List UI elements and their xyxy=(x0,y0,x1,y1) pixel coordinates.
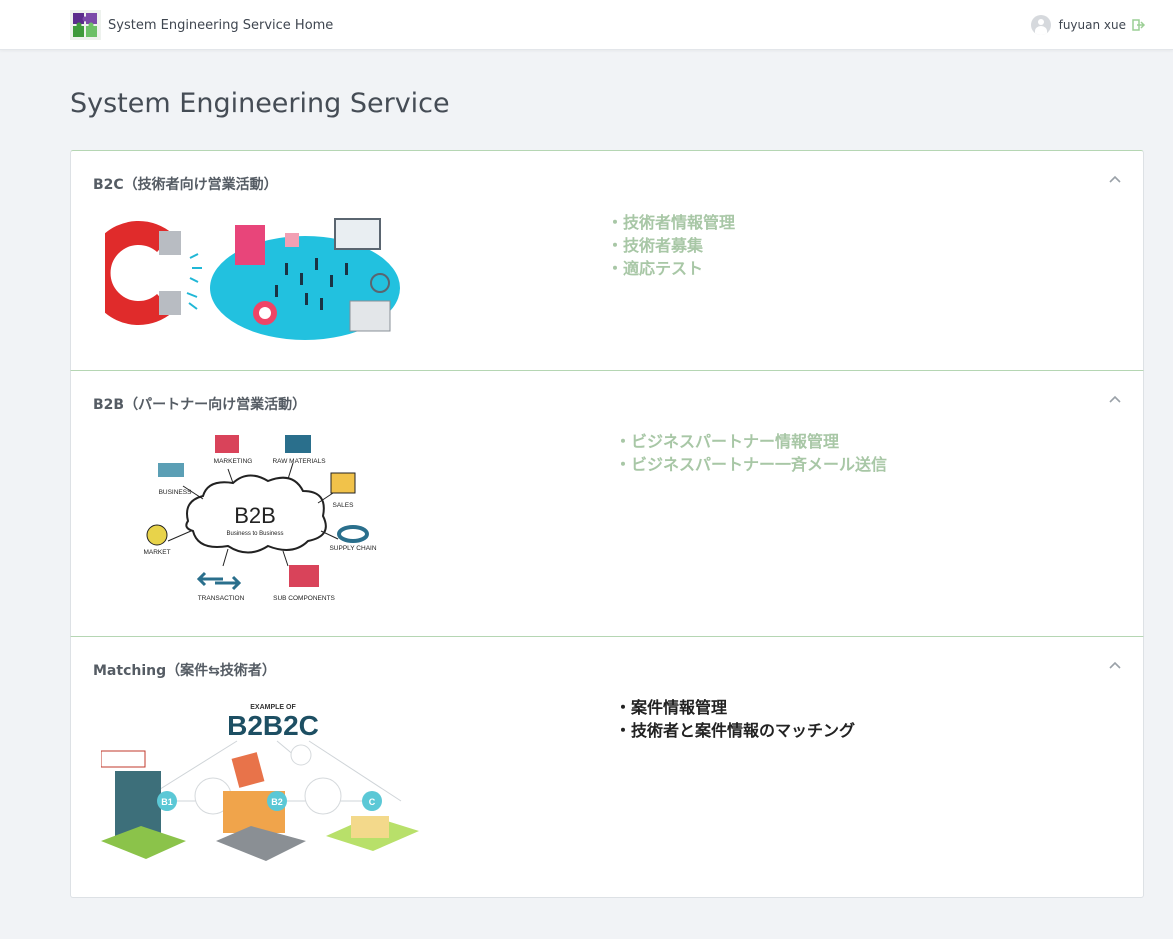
b2b-label: SUPPLY CHAIN xyxy=(329,545,376,552)
b2b-label: BUSINESS xyxy=(159,489,193,496)
b2b-label: MARKETING xyxy=(214,458,253,465)
page-title: System Engineering Service xyxy=(70,88,450,119)
b2b-label: TRANSACTION xyxy=(198,595,245,602)
feature-list: 案件情報管理 技術者と案件情報のマッチング xyxy=(615,696,855,742)
user-menu[interactable]: fuyuan xue xyxy=(1030,15,1146,35)
feature-list: ビジネスパートナー情報管理 ビジネスパートナー一斉メール送信 xyxy=(615,430,887,476)
panel-title: B2B（パートナー向け営業活動） xyxy=(93,397,307,413)
b2b-center-text: B2B xyxy=(234,503,276,528)
magnet-illustration xyxy=(105,218,400,340)
feature-item: 技術者情報管理 xyxy=(607,211,735,234)
b2b-label: SALES xyxy=(333,502,355,509)
panel-b2c: B2C（技術者向け営業活動） 技術者情報管理 技術者募集 適応テスト xyxy=(70,150,1144,371)
user-name: fuyuan xue xyxy=(1058,18,1126,32)
top-navbar: System Engineering Service Home fuyuan x… xyxy=(0,0,1173,50)
b2b-diagram: B2B Business to Business MARKETING RAW M… xyxy=(143,435,377,602)
chevron-up-icon[interactable] xyxy=(1109,175,1121,183)
b2b-center-subtext: Business to Business xyxy=(226,531,283,537)
feature-item: ビジネスパートナー情報管理 xyxy=(615,430,887,453)
panel-matching: Matching（案件⇆技術者） EXAMPLE OF B2B2C B1 B2 … xyxy=(70,636,1144,898)
illustration-headline: B2B2C xyxy=(227,710,319,741)
panel-b2b: B2B（パートナー向け営業活動） B2B Business to Busines… xyxy=(70,370,1144,637)
panel-title: B2C（技術者向け営業活動） xyxy=(93,177,278,193)
feature-item: 適応テスト xyxy=(607,257,735,280)
feature-item: 技術者募集 xyxy=(607,234,735,257)
logout-icon[interactable] xyxy=(1132,19,1146,31)
feature-list: 技術者情報管理 技術者募集 適応テスト xyxy=(607,211,735,280)
brand-title: System Engineering Service Home xyxy=(108,17,334,33)
brand-home-link[interactable]: System Engineering Service Home xyxy=(70,10,333,40)
b2b-label: RAW MATERIALS xyxy=(272,458,326,465)
chevron-up-icon[interactable] xyxy=(1109,661,1121,669)
node-label: B1 xyxy=(161,797,173,807)
feature-item: 技術者と案件情報のマッチング xyxy=(615,719,855,742)
chevron-up-icon[interactable] xyxy=(1109,395,1121,403)
feature-item: ビジネスパートナー一斉メール送信 xyxy=(615,453,887,476)
node-label: B2 xyxy=(271,797,283,807)
user-avatar-icon xyxy=(1030,15,1051,35)
b2b2c-illustration: EXAMPLE OF B2B2C B1 B2 C xyxy=(101,704,419,861)
panel-title: Matching（案件⇆技術者） xyxy=(93,663,276,679)
feature-item: 案件情報管理 xyxy=(615,696,855,719)
node-label: C xyxy=(369,797,376,807)
puzzle-logo-icon xyxy=(70,10,101,40)
b2b-label: MARKET xyxy=(143,549,170,556)
b2b-label: SUB COMPONENTS xyxy=(273,595,335,602)
